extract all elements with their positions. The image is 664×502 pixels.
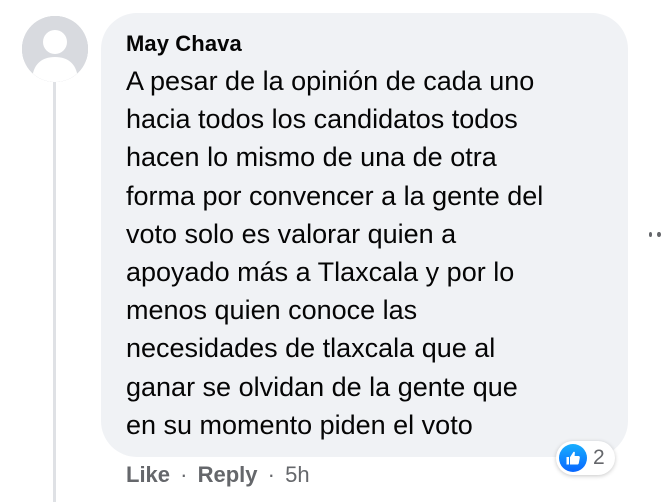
comment-text-line: en su momento piden el voto [126, 409, 473, 440]
comment-text-line: forma por convencer a la gente del [126, 180, 544, 211]
comment-text-line: ganar se olvidan de la gente que [126, 371, 518, 402]
comment-thread: May Chava A pesar de la opinión de cada … [0, 0, 664, 502]
like-icon [559, 444, 587, 472]
separator: · [267, 462, 275, 487]
comment-actions: Like · Reply · 5h [126, 461, 310, 489]
comment-text-line: hacia todos los candidatos todos [126, 104, 518, 135]
reaction-count: 2 [593, 446, 605, 469]
comment-text-line: necesidades de tlaxcala que al [126, 333, 496, 364]
comment-text-line: apoyado más a Tlaxcala y por lo [126, 257, 515, 288]
thread-line [53, 82, 56, 502]
comment-text-line: menos quien conoce las [126, 295, 418, 326]
comment-author[interactable]: May Chava [126, 30, 242, 58]
separator: · [180, 462, 188, 487]
dot [657, 231, 661, 237]
comment-text-line: A pesar de la opinión de cada uno [126, 66, 535, 96]
comment-timestamp[interactable]: 5h [285, 462, 309, 487]
more-options-icon[interactable] [649, 229, 664, 239]
like-button[interactable]: Like [126, 462, 170, 487]
reply-button[interactable]: Reply [198, 462, 258, 487]
dot [649, 231, 653, 237]
default-avatar-icon [22, 16, 88, 82]
comment-text-line: voto solo es valorar quien a [126, 218, 457, 249]
reaction-summary[interactable]: 2 [556, 441, 615, 475]
comment-text: A pesar de la opinión de cada uno hacia … [126, 62, 616, 444]
avatar[interactable] [22, 16, 88, 82]
comment-text-line: hacen lo mismo de una de otra [126, 142, 497, 173]
